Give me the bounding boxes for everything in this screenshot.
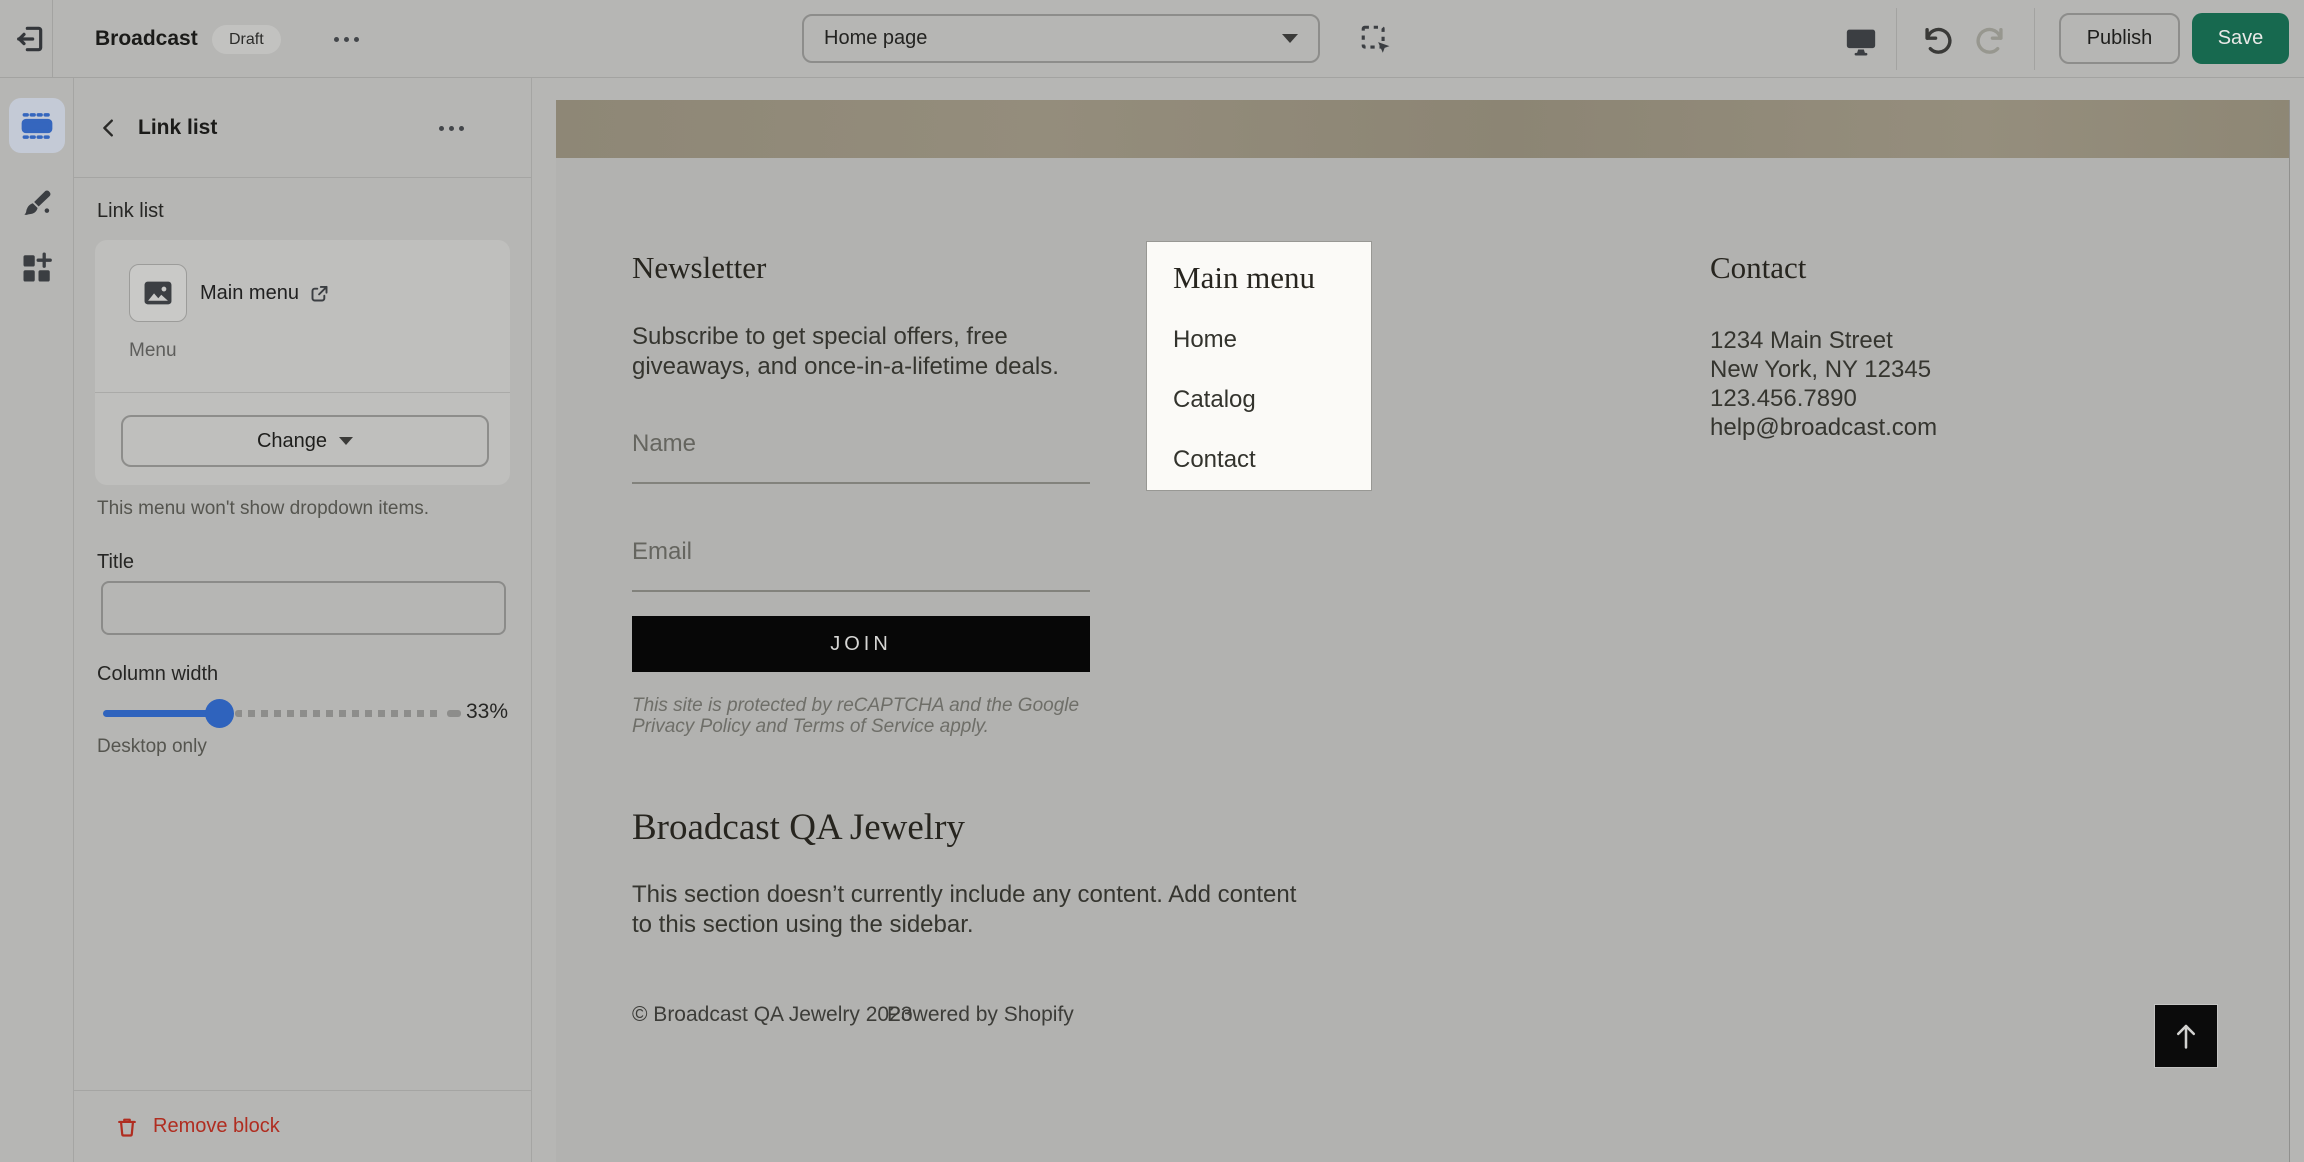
menu-link-catalog[interactable]: Catalog (1173, 386, 1256, 414)
contact-email: help@broadcast.com (1710, 413, 1937, 442)
topbar-divider (52, 0, 53, 78)
contact-info: 1234 Main Street New York, NY 12345 123.… (1710, 326, 1937, 442)
block-actions-menu-button[interactable] (433, 113, 469, 143)
menu-link-home[interactable]: Home (1173, 326, 1237, 354)
recaptcha-line2: Privacy Policy and Terms of Service appl… (632, 716, 1079, 737)
menu-link-contact[interactable]: Contact (1173, 446, 1256, 474)
link-list-setting-label: Link list (97, 200, 164, 223)
menu-helper-text: This menu won't show dropdown items. (97, 498, 429, 520)
powered-by-link[interactable]: Powered by Shopify (887, 1003, 1074, 1027)
newsletter-body-line2: giveaways, and once-in-a-lifetime deals. (632, 352, 1059, 382)
app-blocks-icon (19, 250, 55, 286)
brand-heading: Broadcast QA Jewelry (632, 806, 965, 849)
main-menu-heading: Main menu (1173, 260, 1315, 296)
menu-type-label: Menu (129, 340, 177, 362)
select-element-icon (1359, 23, 1393, 57)
newsletter-body: Subscribe to get special offers, free gi… (632, 322, 1059, 382)
sections-icon (18, 107, 56, 145)
menu-name: Main menu (200, 282, 299, 305)
change-menu-button[interactable]: Change (121, 415, 489, 467)
panel-header: Link list (74, 78, 531, 178)
paintbrush-icon (19, 186, 55, 222)
block-settings-panel: Link list Link list Main menu Menu (74, 78, 532, 1162)
desktop-monitor-icon (1843, 24, 1879, 58)
exit-editor-button[interactable] (10, 20, 50, 58)
theme-title: Broadcast (95, 0, 198, 78)
column-width-slider[interactable]: 33% (103, 698, 508, 728)
undo-icon (1920, 24, 1954, 58)
redo-icon (1974, 24, 2008, 58)
column-width-label: Column width (97, 663, 218, 686)
image-placeholder-icon (141, 276, 175, 310)
selected-link-list-block[interactable]: Main menu Home Catalog Contact (1147, 242, 1371, 490)
title-input[interactable] (101, 581, 506, 635)
external-link-icon[interactable] (309, 283, 330, 304)
chevron-down-icon (1282, 34, 1298, 43)
recaptcha-line1: This site is protected by reCAPTCHA and … (632, 695, 1079, 716)
remove-block-button[interactable]: Remove block (74, 1090, 531, 1162)
empty-section-notice: This section doesn’t currently include a… (632, 880, 1296, 940)
newsletter-heading: Newsletter (632, 250, 766, 286)
panel-title: Link list (138, 78, 217, 178)
theme-settings-tab[interactable] (9, 176, 65, 231)
empty-section-line1: This section doesn’t currently include a… (632, 880, 1296, 910)
hero-image-bottom-strip (556, 100, 2289, 158)
publish-button[interactable]: Publish (2059, 13, 2180, 64)
undo-button[interactable] (1918, 23, 1956, 59)
title-field-label: Title (97, 551, 134, 574)
slider-thumb[interactable] (205, 699, 234, 728)
theme-preview-area: Newsletter Subscribe to get special offe… (532, 78, 2304, 1162)
back-button[interactable] (94, 113, 124, 143)
contact-phone: 123.456.7890 (1710, 384, 1937, 413)
slider-empty-track (235, 710, 443, 717)
card-divider (95, 392, 510, 393)
newsletter-body-line1: Subscribe to get special offers, free (632, 322, 1059, 352)
trash-icon (116, 1115, 138, 1139)
scroll-to-top-button[interactable] (2155, 1005, 2217, 1067)
contact-heading: Contact (1710, 250, 1806, 286)
arrow-up-icon (2169, 1019, 2203, 1053)
chevron-left-icon (98, 117, 120, 139)
menu-thumbnail (129, 264, 187, 322)
device-preview-button[interactable] (1841, 23, 1881, 59)
page-selector-value: Home page (824, 27, 1282, 50)
join-button[interactable]: JOIN (632, 616, 1090, 672)
redo-button[interactable] (1972, 23, 2010, 59)
change-button-label: Change (257, 430, 327, 453)
copyright-text: © Broadcast QA Jewelry 2023 (632, 1003, 912, 1027)
exit-icon (14, 23, 46, 55)
column-width-value: 33% (466, 700, 508, 724)
status-badge: Draft (212, 25, 281, 54)
select-element-tool-button[interactable] (1358, 22, 1394, 58)
column-width-helper: Desktop only (97, 736, 207, 758)
email-input[interactable]: Email (632, 538, 1090, 592)
app-embeds-tab[interactable] (9, 240, 65, 295)
slider-filled-track (103, 710, 220, 717)
topbar: Broadcast Draft Home page (0, 0, 2304, 78)
contact-address-line2: New York, NY 12345 (1710, 355, 1937, 384)
contact-address-line1: 1234 Main Street (1710, 326, 1937, 355)
chevron-down-icon (339, 437, 353, 445)
empty-section-line2: to this section using the sidebar. (632, 910, 1296, 940)
topbar-divider (1896, 8, 1897, 70)
topbar-divider (2034, 8, 2035, 70)
sections-tab[interactable] (9, 98, 65, 153)
editor-nav-rail (0, 78, 74, 1162)
storefront-page: Newsletter Subscribe to get special offe… (556, 100, 2290, 1162)
name-input[interactable]: Name (632, 430, 1090, 484)
menu-resource-card: Main menu Menu Change (95, 240, 510, 485)
slider-track-endcap (447, 710, 461, 717)
recaptcha-notice: This site is protected by reCAPTCHA and … (632, 695, 1079, 737)
save-button[interactable]: Save (2192, 13, 2289, 64)
page-selector-dropdown[interactable]: Home page (802, 14, 1320, 63)
theme-actions-menu-button[interactable] (325, 24, 367, 54)
remove-block-label: Remove block (153, 1115, 280, 1138)
